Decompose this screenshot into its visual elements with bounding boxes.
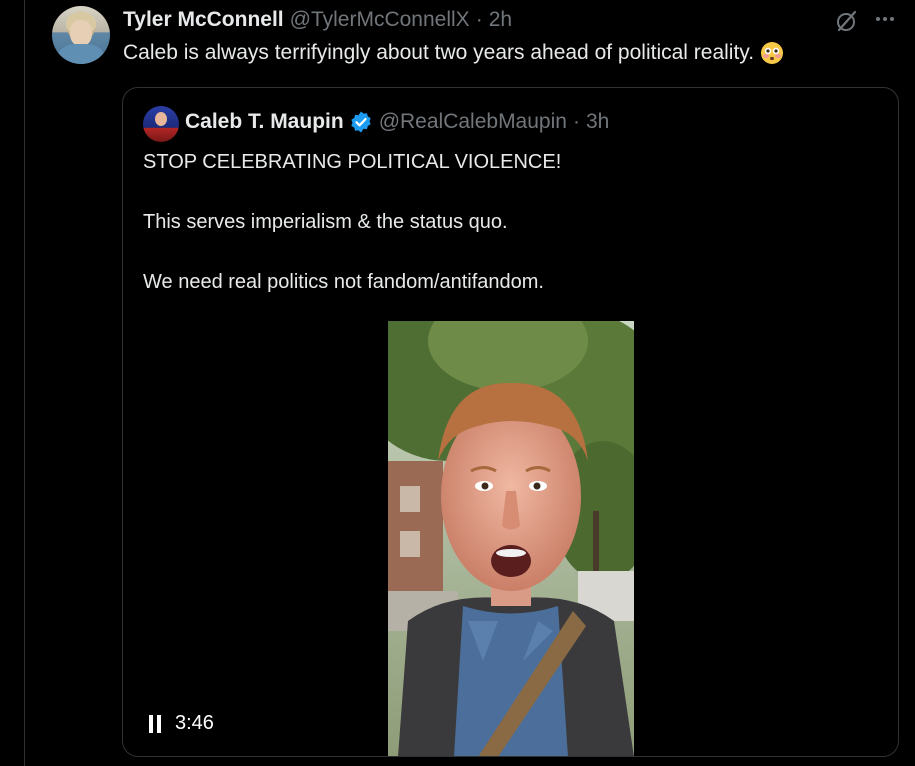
avatar[interactable] — [52, 6, 110, 64]
quoted-separator-dot: · — [572, 110, 580, 133]
quoted-author-name[interactable]: Caleb T. Maupin — [185, 110, 344, 134]
quoted-text-line-1: STOP CELEBRATING POLITICAL VIOLENCE! — [143, 151, 562, 173]
video-player[interactable] — [388, 321, 634, 756]
quoted-avatar-head — [155, 112, 167, 126]
timeline-divider — [24, 0, 25, 766]
video-controls: 3:46 — [149, 712, 214, 735]
quoted-tweet-header: Caleb T. Maupin @RealCalebMaupin · 3h — [185, 110, 609, 134]
video-frame — [388, 321, 634, 756]
avatar-face — [70, 20, 92, 46]
author-handle[interactable]: @TylerMcConnellX — [290, 8, 470, 32]
quoted-text-line-3: We need real politics not fandom/antifan… — [143, 271, 544, 293]
grok-icon[interactable] — [834, 8, 860, 34]
timeline: Tyler McConnell @TylerMcConnellX · 2h Ca… — [0, 0, 915, 766]
separator-dot: · — [475, 8, 483, 31]
quoted-avatar[interactable] — [143, 106, 179, 142]
pause-icon[interactable] — [149, 714, 163, 733]
quoted-tweet[interactable]: Caleb T. Maupin @RealCalebMaupin · 3h ST… — [122, 87, 899, 757]
author-name[interactable]: Tyler McConnell — [123, 8, 284, 32]
more-icon[interactable] — [872, 6, 898, 32]
flushed-face-emoji — [760, 41, 784, 65]
quoted-text-line-2: This serves imperialism & the status quo… — [143, 211, 508, 233]
quoted-timestamp[interactable]: 3h — [586, 110, 609, 134]
verified-icon — [349, 110, 373, 134]
tweet-text: Caleb is always terrifyingly about two y… — [123, 41, 784, 65]
avatar-shirt — [58, 44, 104, 64]
quoted-author-handle[interactable]: @RealCalebMaupin — [379, 110, 567, 134]
timestamp[interactable]: 2h — [489, 8, 512, 32]
tweet-header: Tyler McConnell @TylerMcConnellX · 2h — [123, 8, 512, 32]
tweet-text-body: Caleb is always terrifyingly about two y… — [123, 41, 755, 64]
video-duration: 3:46 — [175, 712, 214, 734]
